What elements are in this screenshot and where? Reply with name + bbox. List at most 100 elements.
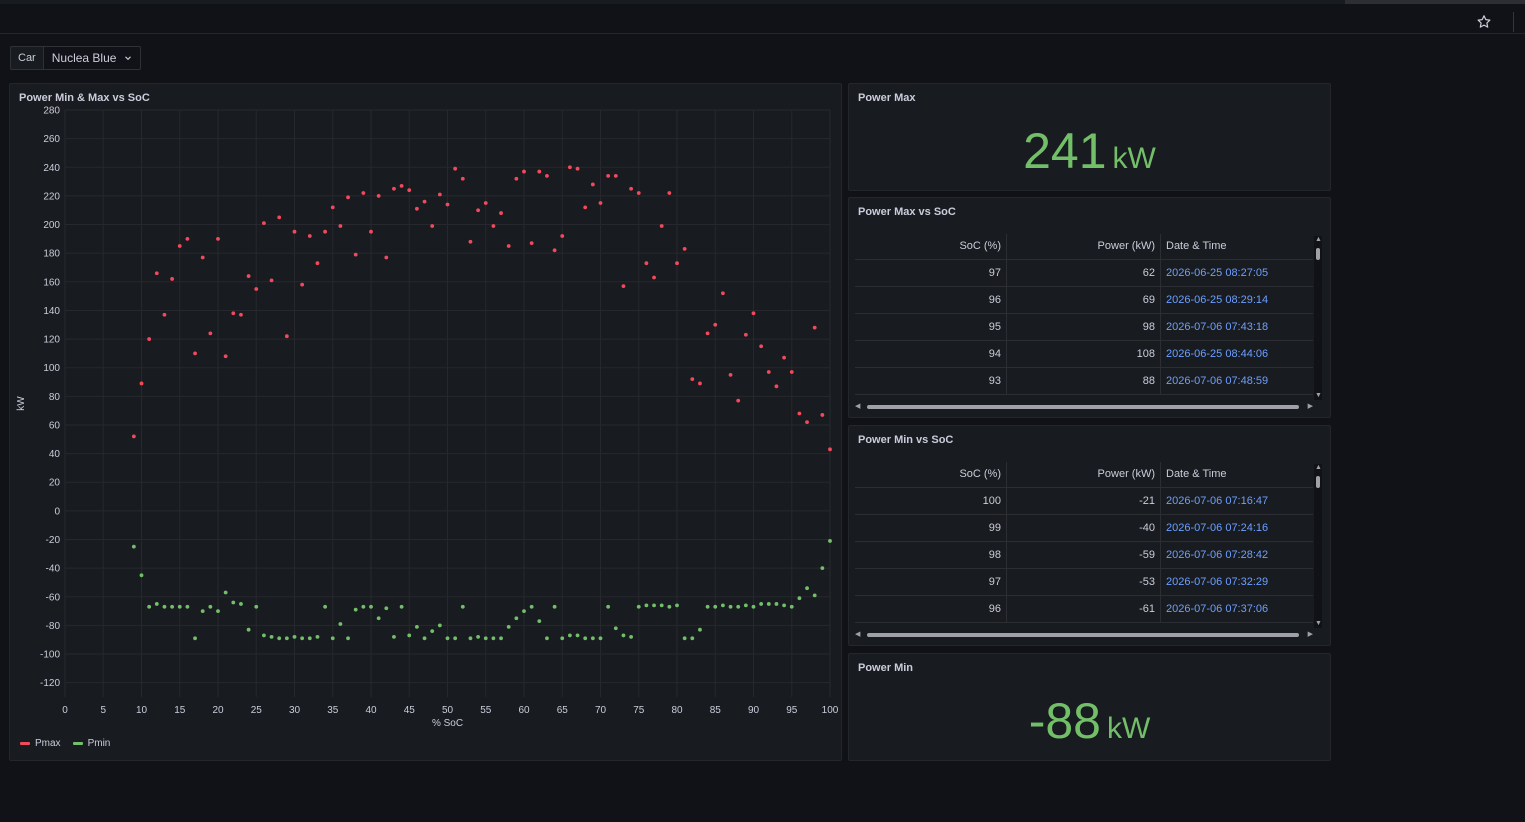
vertical-scroll-thumb[interactable] xyxy=(1316,248,1320,260)
data-point-pmin[interactable] xyxy=(514,616,519,621)
data-point-pmax[interactable] xyxy=(766,370,771,374)
data-point-pmin[interactable] xyxy=(437,623,442,628)
data-point-pmin[interactable] xyxy=(682,636,687,641)
data-point-pmax[interactable] xyxy=(338,224,343,228)
data-point-pmax[interactable] xyxy=(552,248,557,253)
data-point-pmax[interactable] xyxy=(369,229,373,234)
data-point-pmax[interactable] xyxy=(774,384,779,389)
data-point-pmin[interactable] xyxy=(522,609,526,613)
data-point-pmax[interactable] xyxy=(713,322,718,327)
data-point-pmax[interactable] xyxy=(721,291,725,296)
data-point-pmax[interactable] xyxy=(300,282,305,287)
data-point-pmin[interactable] xyxy=(200,609,205,613)
cell-datetime-link[interactable]: 2026-07-06 07:16:47 xyxy=(1161,488,1313,514)
data-point-pmin[interactable] xyxy=(246,627,251,632)
data-point-pmax[interactable] xyxy=(621,284,626,288)
data-point-pmin[interactable] xyxy=(453,636,458,641)
data-point-pmax[interactable] xyxy=(560,234,565,238)
vertical-scroll-thumb[interactable] xyxy=(1316,476,1320,488)
cell-datetime-link[interactable]: 2026-06-25 08:29:14 xyxy=(1161,287,1313,313)
scroll-down-arrow-icon[interactable]: ▼ xyxy=(1315,620,1322,628)
data-point-pmax[interactable] xyxy=(254,287,259,291)
data-point-pmin[interactable] xyxy=(705,604,710,609)
data-point-pmin[interactable] xyxy=(170,604,175,609)
data-point-pmax[interactable] xyxy=(154,271,159,276)
cell-datetime-link[interactable]: 2026-07-06 07:37:06 xyxy=(1161,596,1313,622)
data-point-pmin[interactable] xyxy=(193,636,197,641)
data-point-pmax[interactable] xyxy=(506,244,511,248)
data-point-pmin[interactable] xyxy=(774,602,779,606)
data-point-pmax[interactable] xyxy=(805,420,809,425)
data-point-pmin[interactable] xyxy=(621,633,626,638)
data-point-pmin[interactable] xyxy=(598,636,603,641)
data-point-pmax[interactable] xyxy=(460,176,465,181)
data-point-pmax[interactable] xyxy=(200,255,205,260)
data-point-pmin[interactable] xyxy=(185,604,190,609)
column-header-power[interactable]: Power (kW) xyxy=(1007,234,1161,259)
data-point-pmax[interactable] xyxy=(353,252,358,257)
data-point-pmin[interactable] xyxy=(644,603,649,608)
data-point-pmin[interactable] xyxy=(254,604,259,609)
data-point-pmax[interactable] xyxy=(284,334,289,339)
data-point-pmin[interactable] xyxy=(392,634,396,639)
cell-datetime-link[interactable]: 2026-07-06 07:48:59 xyxy=(1161,368,1313,394)
data-point-pmax[interactable] xyxy=(491,224,496,228)
data-point-pmax[interactable] xyxy=(690,377,695,382)
data-point-pmax[interactable] xyxy=(346,195,350,200)
scroll-right-arrow-icon[interactable]: ▶ xyxy=(1308,403,1313,411)
data-point-pmax[interactable] xyxy=(789,370,794,374)
scroll-right-arrow-icon[interactable]: ▶ xyxy=(1308,631,1313,639)
data-point-pmin[interactable] xyxy=(675,603,679,608)
data-point-pmin[interactable] xyxy=(759,602,764,606)
cell-datetime-link[interactable]: 2026-06-25 08:27:05 xyxy=(1161,260,1313,286)
data-point-pmin[interactable] xyxy=(430,629,435,634)
data-point-pmin[interactable] xyxy=(552,604,557,609)
data-point-pmax[interactable] xyxy=(529,241,534,246)
data-point-pmax[interactable] xyxy=(820,413,825,417)
data-point-pmin[interactable] xyxy=(613,626,618,631)
star-icon[interactable] xyxy=(1476,14,1492,30)
scroll-down-arrow-icon[interactable]: ▼ xyxy=(1315,392,1322,400)
cell-datetime-link[interactable]: 2026-07-06 07:24:16 xyxy=(1161,515,1313,541)
data-point-pmin[interactable] xyxy=(154,602,159,606)
data-point-pmin[interactable] xyxy=(743,603,748,608)
data-point-pmax[interactable] xyxy=(537,169,542,174)
data-point-pmax[interactable] xyxy=(629,186,633,191)
data-point-pmin[interactable] xyxy=(346,636,350,641)
data-point-pmin[interactable] xyxy=(300,636,305,641)
data-point-pmin[interactable] xyxy=(353,607,358,612)
data-point-pmin[interactable] xyxy=(315,634,320,639)
data-point-pmin[interactable] xyxy=(415,624,419,629)
data-point-pmax[interactable] xyxy=(522,169,526,174)
column-header-soc[interactable]: SoC (%) xyxy=(855,234,1007,259)
data-point-pmin[interactable] xyxy=(361,604,366,609)
vertical-scrollbar[interactable]: ▲ ▼ xyxy=(1314,236,1322,400)
data-point-pmin[interactable] xyxy=(284,636,289,641)
data-point-pmax[interactable] xyxy=(797,411,802,416)
cell-datetime-link[interactable]: 2026-07-06 07:28:42 xyxy=(1161,542,1313,568)
data-point-pmin[interactable] xyxy=(583,636,588,641)
data-point-pmax[interactable] xyxy=(652,275,656,280)
data-point-pmax[interactable] xyxy=(476,208,480,213)
column-header-soc[interactable]: SoC (%) xyxy=(855,462,1007,487)
data-point-pmax[interactable] xyxy=(292,229,297,234)
data-point-pmax[interactable] xyxy=(644,261,649,266)
data-point-pmax[interactable] xyxy=(468,239,473,244)
data-point-pmin[interactable] xyxy=(636,604,641,609)
data-point-pmax[interactable] xyxy=(499,211,503,215)
data-point-pmax[interactable] xyxy=(751,311,756,316)
data-point-pmin[interactable] xyxy=(499,636,503,641)
scroll-left-arrow-icon[interactable]: ◀ xyxy=(855,403,860,411)
data-point-pmax[interactable] xyxy=(812,325,817,330)
scroll-left-arrow-icon[interactable]: ◀ xyxy=(855,631,860,639)
scroll-up-arrow-icon[interactable]: ▲ xyxy=(1315,464,1322,472)
scroll-up-arrow-icon[interactable]: ▲ xyxy=(1315,236,1322,244)
data-point-pmax[interactable] xyxy=(636,191,641,195)
data-point-pmax[interactable] xyxy=(330,205,335,210)
horizontal-scroll-thumb[interactable] xyxy=(867,405,1299,409)
data-point-pmin[interactable] xyxy=(223,590,228,595)
data-point-pmax[interactable] xyxy=(828,447,832,452)
data-point-pmax[interactable] xyxy=(223,354,228,359)
data-point-pmin[interactable] xyxy=(751,604,756,609)
data-point-pmax[interactable] xyxy=(361,191,366,195)
